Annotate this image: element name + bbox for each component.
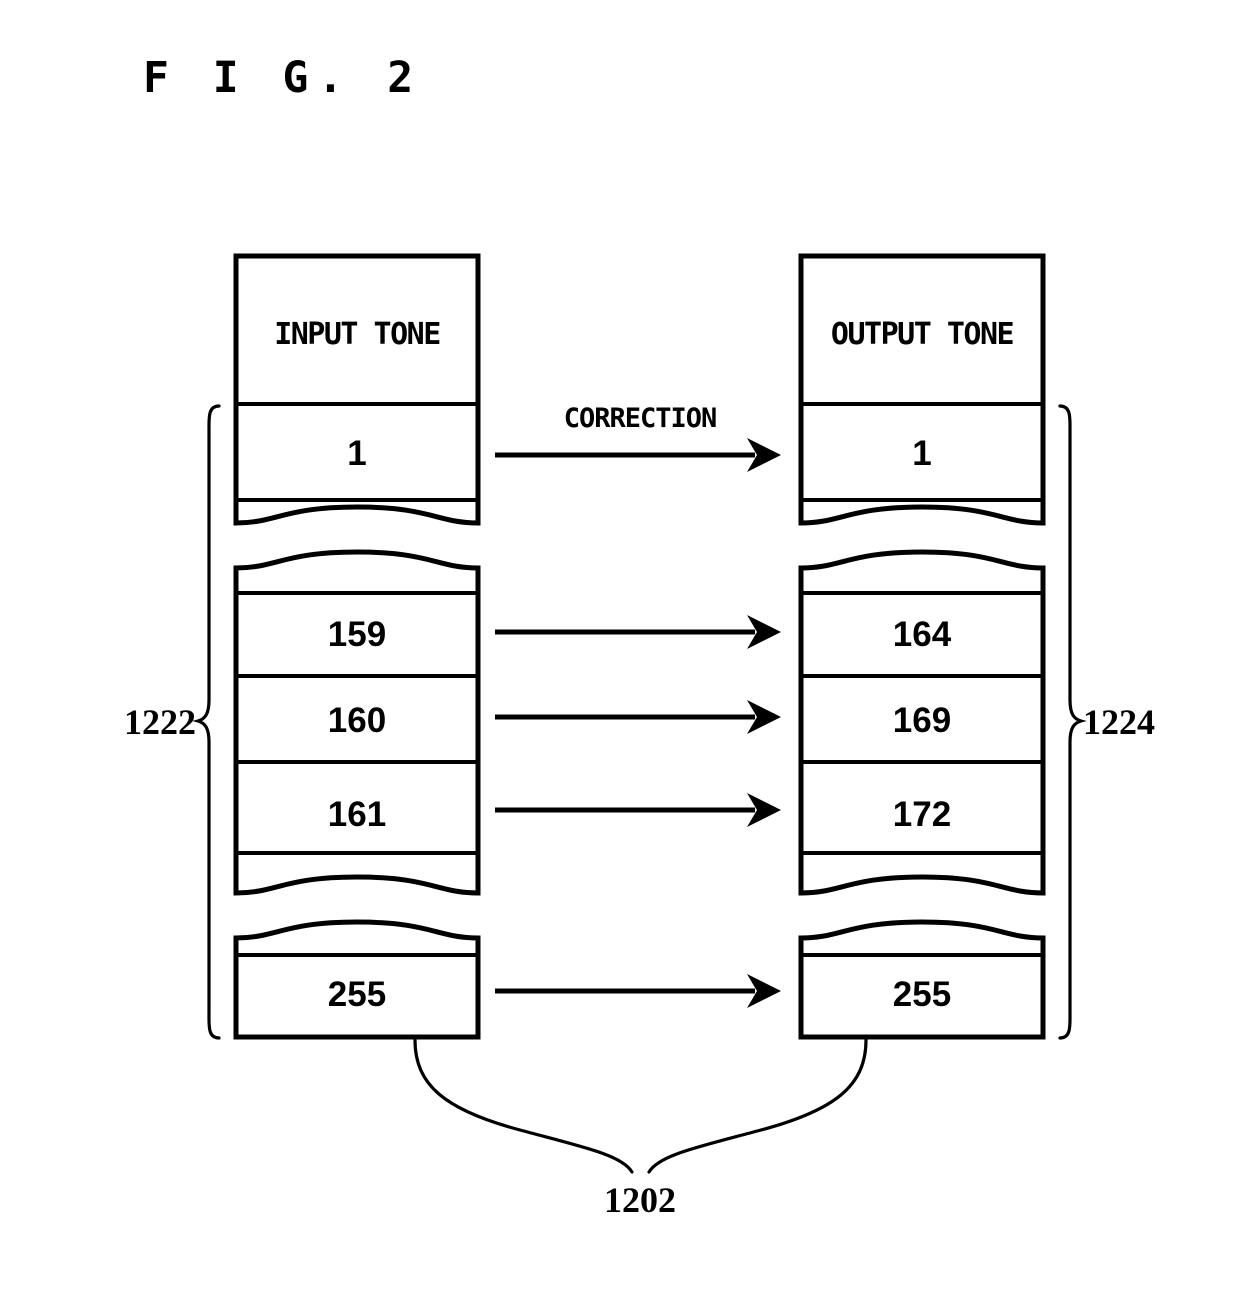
correction-label: CORRECTION bbox=[564, 403, 717, 434]
input-reference-numeral: 1222 bbox=[124, 702, 196, 742]
output-tone-header: OUTPUT TONE bbox=[831, 317, 1014, 352]
input-cell-value-2: 160 bbox=[328, 701, 386, 740]
mapping-arrow-2 bbox=[495, 700, 781, 734]
output-reference-bracket bbox=[1058, 404, 1087, 1040]
output-cell-value-1: 164 bbox=[893, 615, 952, 654]
output-segment-top-outline bbox=[798, 253, 1046, 526]
mapping-arrow-0 bbox=[495, 438, 781, 472]
figure-title: F I G. 2 bbox=[143, 53, 422, 103]
lut-reference-numeral: 1202 bbox=[604, 1180, 676, 1220]
output-cell-value-4: 255 bbox=[893, 975, 951, 1014]
input-cell-value-1: 159 bbox=[328, 615, 386, 654]
output-tone-table: OUTPUT TONE 1 164 169 172 255 bbox=[798, 253, 1046, 1040]
mapping-arrow-1 bbox=[495, 615, 781, 649]
lut-reference-leader bbox=[413, 1038, 868, 1174]
output-cell-value-3: 172 bbox=[893, 795, 951, 834]
output-cell-value-0: 1 bbox=[912, 434, 931, 473]
input-tone-header: INPUT TONE bbox=[274, 317, 440, 352]
input-cell-value-3: 161 bbox=[328, 795, 386, 834]
input-cell-value-4: 255 bbox=[328, 975, 386, 1014]
input-tone-table: INPUT TONE 1 159 160 161 255 bbox=[233, 253, 481, 1040]
input-segment-top-outline bbox=[233, 253, 481, 526]
output-cell-value-2: 169 bbox=[893, 701, 951, 740]
input-cell-value-0: 1 bbox=[347, 434, 366, 473]
output-reference-numeral: 1224 bbox=[1083, 702, 1155, 742]
figure-2-diagram: F I G. 2 INPUT TONE 1 159 160 161 255 OU… bbox=[0, 0, 1240, 1305]
input-reference-bracket bbox=[192, 404, 221, 1040]
mapping-arrow-3 bbox=[495, 793, 781, 827]
mapping-arrow-4 bbox=[495, 974, 781, 1008]
